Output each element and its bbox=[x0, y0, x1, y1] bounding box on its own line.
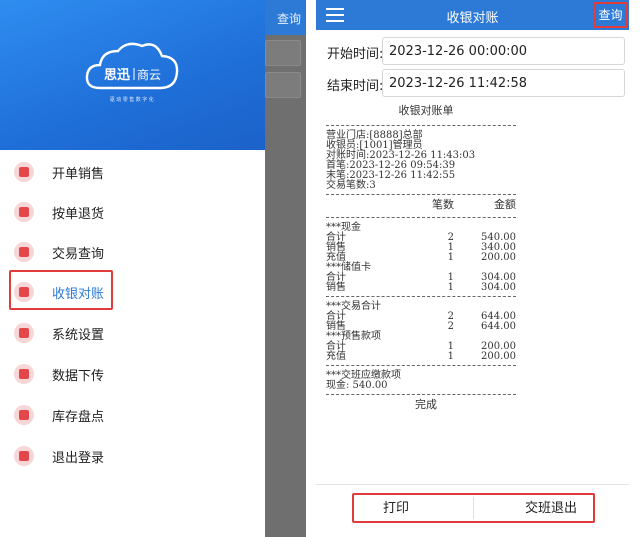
menu-item-open-sale[interactable]: 开单销售 bbox=[0, 152, 265, 192]
start-time-input[interactable] bbox=[382, 37, 625, 65]
inventory-icon bbox=[14, 405, 34, 425]
receipt-row: 销售 2 644.00 bbox=[326, 322, 526, 332]
end-time-input[interactable] bbox=[382, 69, 625, 97]
menu-item-data-download[interactable]: 数据下传 bbox=[0, 354, 265, 394]
row-amount: 200.00 bbox=[481, 351, 516, 362]
return-icon bbox=[14, 202, 34, 222]
top-bar: 收银对账 查询 bbox=[316, 0, 629, 30]
row-name: 充值 bbox=[326, 252, 346, 263]
background-field bbox=[265, 40, 301, 66]
row-name: 销售 bbox=[326, 321, 346, 332]
end-time-row: 结束时间: bbox=[316, 69, 629, 97]
row-amount: 644.00 bbox=[481, 321, 516, 332]
row-amount: 304.00 bbox=[481, 282, 516, 293]
menu-label: 退出登录 bbox=[52, 451, 105, 466]
background-overlay[interactable] bbox=[265, 35, 306, 537]
menu-label: 数据下传 bbox=[52, 369, 105, 384]
brand-name-right: 商云 bbox=[137, 67, 161, 82]
navigation-drawer: 思迅 商云 驱动零售数字化 开单销售 按单退货 交易查询 收银对账 系统设置 数… bbox=[0, 0, 265, 537]
transaction-search-icon bbox=[14, 242, 34, 262]
end-time-label: 结束时间: bbox=[327, 79, 384, 94]
handover-cash: 现金: 540.00 bbox=[326, 380, 388, 391]
divider bbox=[326, 217, 516, 218]
receipt-done: 完成 bbox=[415, 398, 437, 411]
print-button[interactable]: 打印 bbox=[376, 497, 416, 519]
brand-name-left: 思迅 bbox=[104, 68, 130, 83]
query-button[interactable]: 查询 bbox=[594, 2, 627, 28]
divider bbox=[326, 194, 516, 195]
gear-icon bbox=[14, 323, 34, 343]
background-field bbox=[265, 72, 301, 98]
receipt-row: 充值 1 200.00 bbox=[326, 253, 526, 263]
divider bbox=[326, 296, 516, 297]
reconciliation-receipt: 收银对账单 营业门店:[8888]总部 收银员:[1001]管理员 对账时间:2… bbox=[326, 104, 526, 414]
drawer-header: 思迅 商云 驱动零售数字化 bbox=[0, 0, 265, 150]
menu-label: 系统设置 bbox=[52, 328, 105, 343]
background-query-label: 查询 bbox=[277, 12, 302, 26]
cloud-download-icon bbox=[14, 364, 34, 384]
receipt-row: 充值 1 200.00 bbox=[326, 352, 526, 362]
divider bbox=[473, 497, 474, 519]
page-title: 收银对账 bbox=[446, 11, 499, 26]
menu-item-system-settings[interactable]: 系统设置 bbox=[0, 313, 265, 353]
row-count: 1 bbox=[447, 351, 454, 362]
menu-item-logout[interactable]: 退出登录 bbox=[0, 436, 265, 476]
menu-item-return-by-order[interactable]: 按单退货 bbox=[0, 192, 265, 232]
logout-icon bbox=[14, 446, 34, 466]
store-icon bbox=[14, 162, 34, 182]
divider bbox=[326, 125, 516, 126]
menu-label: 按单退货 bbox=[52, 207, 105, 222]
column-amount-header: 金额 bbox=[494, 198, 516, 211]
receipt-column-header: 笔数 金额 bbox=[326, 198, 526, 214]
receipt-count: 交易笔数:3 bbox=[326, 180, 376, 191]
row-count: 1 bbox=[447, 282, 454, 293]
background-topbar: 查询 bbox=[265, 0, 306, 35]
menu-label: 开单销售 bbox=[52, 167, 105, 182]
row-count: 1 bbox=[447, 252, 454, 263]
column-count-header: 笔数 bbox=[432, 198, 454, 211]
receipt-title: 收银对账单 bbox=[398, 104, 454, 117]
bottom-action-bar: 打印 交班退出 bbox=[316, 484, 629, 537]
row-amount: 200.00 bbox=[481, 252, 516, 263]
start-time-row: 开始时间: bbox=[316, 37, 629, 65]
row-name: 充值 bbox=[326, 351, 346, 362]
right-screen: 收银对账 查询 开始时间: 结束时间: 收银对账单 营业门店:[8888]总部 … bbox=[316, 0, 642, 537]
row-count: 2 bbox=[447, 321, 454, 332]
menu-item-transaction-query[interactable]: 交易查询 bbox=[0, 232, 265, 272]
menu-label: 库存盘点 bbox=[52, 410, 105, 425]
left-screen: 查询 思迅 商云 驱动零售数字化 开单销售 按单退货 交易查询 收银对账 系统设… bbox=[0, 0, 306, 537]
divider bbox=[326, 365, 516, 366]
menu-item-inventory-count[interactable]: 库存盘点 bbox=[0, 395, 265, 435]
row-name: 销售 bbox=[326, 282, 346, 293]
menu-highlight-box bbox=[9, 270, 113, 310]
brand-logo: 思迅 商云 bbox=[85, 42, 179, 90]
handover-exit-button[interactable]: 交班退出 bbox=[516, 497, 586, 519]
start-time-label: 开始时间: bbox=[327, 47, 384, 62]
brand-tagline: 驱动零售数字化 bbox=[109, 97, 156, 103]
divider bbox=[326, 394, 516, 395]
receipt-row: 销售 1 304.00 bbox=[326, 283, 526, 293]
menu-label: 交易查询 bbox=[52, 247, 105, 262]
